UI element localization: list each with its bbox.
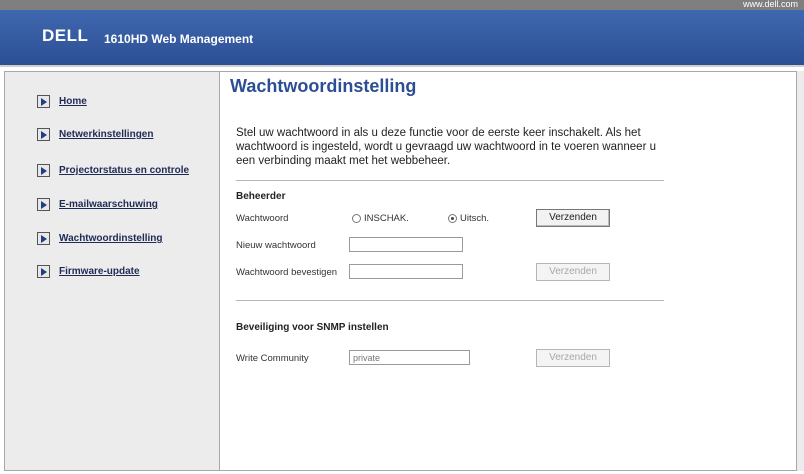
sidebar-item-label[interactable]: E-mailwaarschuwing [59, 199, 158, 210]
app-header: DELL 1610HD Web Management [0, 10, 804, 67]
password-on-radio[interactable]: INSCHAK. [352, 213, 409, 224]
new-password-label: Nieuw wachtwoord [236, 240, 316, 251]
submit-password-mode-button[interactable]: Verzenden [536, 209, 610, 227]
arrow-right-icon [37, 265, 50, 278]
top-strip: www.dell.com [0, 0, 804, 10]
website-url: www.dell.com [742, 0, 798, 9]
arrow-right-icon [37, 128, 50, 141]
submit-password-button[interactable]: Verzenden [536, 263, 610, 281]
radio-button-selected-icon[interactable] [448, 214, 457, 223]
sidebar-item-password[interactable]: Wachtwoordinstelling [37, 232, 163, 245]
submit-snmp-button[interactable]: Verzenden [536, 349, 610, 367]
confirm-password-label: Wachtwoord bevestigen [236, 267, 338, 278]
sidebar-item-label[interactable]: Projectorstatus en controle [59, 165, 189, 176]
sidebar-item-label[interactable]: Wachtwoordinstelling [59, 233, 163, 244]
password-label: Wachtwoord [236, 213, 289, 224]
sidebar-item-label[interactable]: Home [59, 96, 87, 107]
app-title: 1610HD Web Management [104, 32, 254, 46]
sidebar-item-firmware[interactable]: Firmware-update [37, 265, 140, 278]
sidebar-item-email-alert[interactable]: E-mailwaarschuwing [37, 198, 158, 211]
dell-logo: DELL [42, 26, 89, 45]
main-content: Wachtwoordinstelling Stel uw wachtwoord … [220, 71, 804, 471]
divider [236, 300, 664, 301]
sidebar-item-network[interactable]: Netwerkinstellingen [37, 128, 153, 141]
admin-section-title: Beheerder [236, 191, 286, 202]
password-off-radio[interactable]: Uitsch. [448, 213, 489, 224]
sidebar: Home Netwerkinstellingen Projectorstatus… [4, 71, 220, 471]
divider [236, 180, 664, 181]
arrow-right-icon [37, 232, 50, 245]
arrow-right-icon [37, 95, 50, 108]
radio-on-label: INSCHAK. [364, 213, 409, 224]
right-frame-border [796, 71, 804, 471]
confirm-password-input[interactable] [349, 264, 463, 279]
new-password-input[interactable] [349, 237, 463, 252]
arrow-right-icon [37, 164, 50, 177]
sidebar-item-label[interactable]: Firmware-update [59, 266, 140, 277]
intro-text: Stel uw wachtwoord in als u deze functie… [236, 127, 656, 167]
write-community-label: Write Community [236, 353, 309, 364]
radio-off-label: Uitsch. [460, 213, 490, 224]
sidebar-item-home[interactable]: Home [37, 95, 87, 108]
snmp-section-title: Beveiliging voor SNMP instellen [236, 322, 389, 333]
sidebar-item-label[interactable]: Netwerkinstellingen [59, 129, 153, 140]
radio-button-icon[interactable] [352, 214, 361, 223]
sidebar-item-projector-status[interactable]: Projectorstatus en controle [37, 164, 189, 177]
arrow-right-icon [37, 198, 50, 211]
write-community-input[interactable] [349, 350, 470, 365]
page-title: Wachtwoordinstelling [230, 76, 417, 96]
